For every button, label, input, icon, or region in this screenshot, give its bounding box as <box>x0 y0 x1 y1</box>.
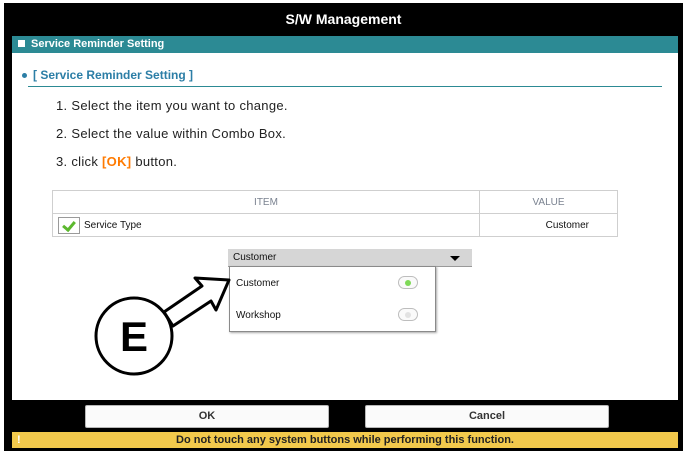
ok-button[interactable]: OK <box>85 405 329 428</box>
warning-message: Do not touch any system buttons while pe… <box>176 434 514 446</box>
cancel-button[interactable]: Cancel <box>365 405 609 428</box>
combo-dropdown-list: Customer Workshop <box>229 266 436 332</box>
step3-suffix: button. <box>131 154 178 169</box>
step3-prefix: 3. click <box>56 154 103 169</box>
square-icon <box>18 40 25 48</box>
value-cell: Customer <box>479 213 618 237</box>
callout-label: E <box>120 313 148 360</box>
step3-ok-highlight: [OK] <box>102 154 132 169</box>
warning-icon: ! <box>17 434 21 446</box>
value-combo-box[interactable]: Customer <box>228 249 472 267</box>
callout-arrow <box>162 276 231 328</box>
instruction-step-3: 3. click [OK] button. <box>56 154 177 169</box>
table-header-row: ITEM VALUE <box>52 190 618 214</box>
checkbox-checked-icon[interactable] <box>58 216 80 234</box>
option-workshop[interactable]: Workshop <box>230 299 435 330</box>
section-heading: [ Service Reminder Setting ] <box>22 68 193 82</box>
radio-selected-icon[interactable] <box>398 276 418 289</box>
window-title: S/W Management <box>4 3 683 36</box>
bullet-icon <box>22 73 27 79</box>
section-heading-text: [ Service Reminder Setting ] <box>33 68 194 82</box>
radio-dot <box>405 280 411 286</box>
radio-dot <box>405 312 411 318</box>
column-header-value: VALUE <box>479 190 618 214</box>
subheader-title: Service Reminder Setting <box>31 38 165 50</box>
callout-arrow-graphic: E <box>94 276 231 376</box>
warning-footer: ! Do not touch any system buttons while … <box>12 432 678 448</box>
chevron-down-icon[interactable] <box>450 256 460 261</box>
settings-table: ITEM VALUE Service Type Customer <box>52 190 618 237</box>
instruction-step-1: 1. Select the item you want to change. <box>56 98 288 113</box>
subheader-bar: Service Reminder Setting <box>12 36 678 53</box>
radio-unselected-icon[interactable] <box>398 308 418 321</box>
table-row[interactable]: Service Type Customer <box>52 213 618 237</box>
option-customer[interactable]: Customer <box>230 267 435 298</box>
item-label: Service Type <box>84 219 142 231</box>
column-header-item: ITEM <box>52 190 480 214</box>
section-divider <box>28 86 662 87</box>
instruction-step-2: 2. Select the value within Combo Box. <box>56 126 287 141</box>
item-cell[interactable]: Service Type <box>52 213 480 237</box>
